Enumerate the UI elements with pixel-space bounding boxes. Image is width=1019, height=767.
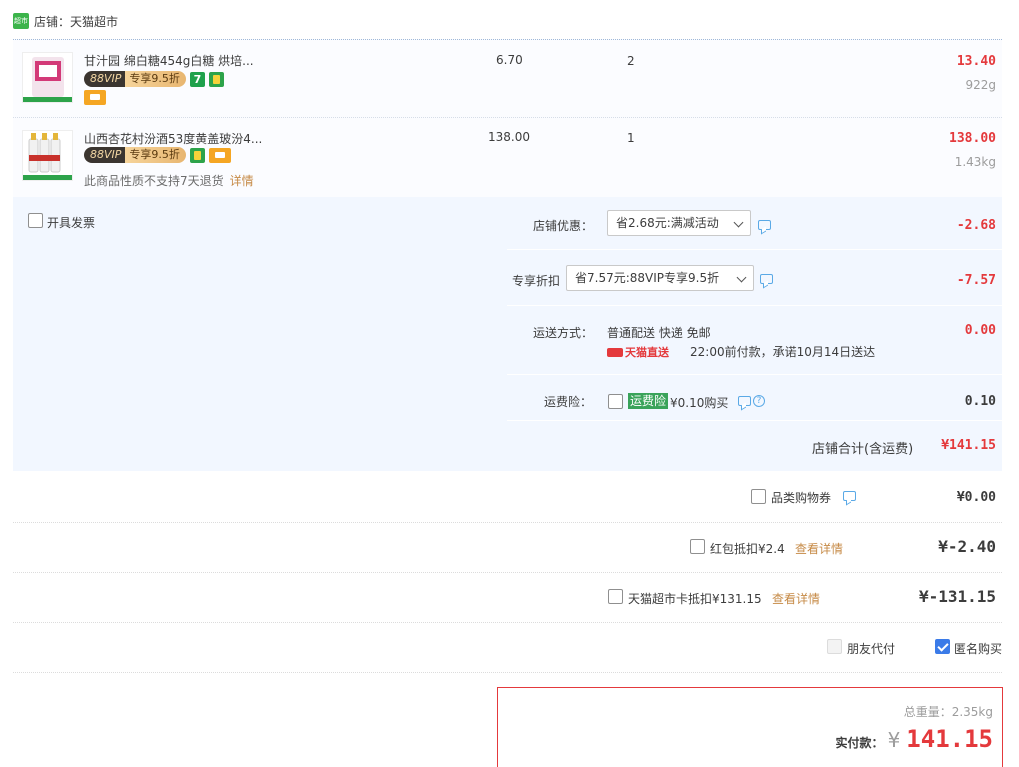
vip-discount-badge: 88VIP 专享9.5折 — [84, 71, 186, 87]
unit-price: 6.70 — [496, 53, 523, 67]
shop-header: 超市 店铺：天猫超市 — [13, 11, 118, 31]
tmall-card-amount: ¥-131.15 — [918, 587, 996, 606]
chevron-down-icon — [733, 217, 744, 228]
shop-discount-label: 店铺优惠： — [533, 219, 594, 233]
product-title[interactable]: 山西杏花村汾酒53度黄盖玻汾4... — [84, 130, 262, 147]
total-weight: 总重量：2.35kg — [903, 705, 993, 719]
seven-day-return-icon: 7 — [189, 71, 205, 87]
red-packet-row: 红包抵扣¥2.4 查看详情 ¥-2.40 — [13, 523, 1002, 573]
shop-discount-select[interactable]: 省2.68元:满减活动 — [607, 210, 751, 236]
delivery-promise: 22:00前付款，承诺10月14日送达 — [690, 345, 876, 359]
vip-discount-row: 专享折扣 省7.57元:88VIP专享9.5折 -7.57 — [507, 250, 1002, 306]
insurance-tag: 运费险 — [628, 393, 669, 409]
shipping-insurance-row: 运费险： 运费险 ¥0.10购买 ? 0.10 — [507, 375, 1002, 421]
order-item: 山西杏花村汾酒53度黄盖玻汾4... 88VIP 专享9.5折 此商品性质不支持… — [13, 117, 1002, 194]
shop-total-label: 店铺合计(含运费) — [812, 442, 914, 457]
invoice-label: 开具发票 — [47, 216, 96, 230]
shipping-amount: 0.00 — [964, 323, 996, 338]
red-packet-details-link[interactable]: 查看详情 — [795, 540, 843, 557]
service-guarantee-icon — [208, 71, 224, 87]
comment-icon[interactable] — [760, 274, 773, 284]
product-badges-row2 — [84, 90, 106, 105]
product-title[interactable]: 甘汁园 绵白糖454g白糖 烘培... — [84, 52, 254, 69]
insurance-checkbox[interactable] — [608, 394, 623, 409]
pay-amount: 141.15 — [906, 725, 993, 753]
anonymous-checkbox[interactable] — [935, 639, 950, 654]
shipping-method: 普通配送 快递 免邮 — [607, 326, 711, 340]
product-badges: 88VIP 专享9.5折 — [84, 147, 231, 163]
tmall-cat-icon — [607, 347, 623, 357]
shipping-label: 运送方式： — [533, 326, 594, 340]
pay-label: 实付款： — [835, 736, 884, 750]
shop-discount-amount: -2.68 — [956, 218, 996, 233]
invoice-checkbox[interactable] — [28, 213, 43, 228]
quantity: 1 — [627, 131, 635, 145]
vip-discount-amount: -7.57 — [956, 273, 996, 288]
help-icon[interactable]: ? — [753, 395, 765, 407]
anonymous-label: 匿名购买 — [954, 642, 1003, 656]
coupon-row: 品类购物券 ¥0.00 — [13, 473, 1002, 523]
item-weight: 922g — [965, 78, 996, 92]
shop-total-row: 店铺合计(含运费) ¥141.15 — [13, 421, 1002, 471]
insurance-amount: 0.10 — [964, 394, 996, 409]
friend-pay-label: 朋友代付 — [847, 642, 896, 656]
shop-discount-row: 店铺优惠： 省2.68元:满减活动 -2.68 — [507, 197, 1002, 250]
chevron-down-icon — [736, 272, 747, 283]
quantity: 2 — [627, 54, 635, 68]
shop-total-amount: ¥141.15 — [941, 438, 996, 453]
coupon-checkbox[interactable] — [751, 489, 766, 504]
coupon-label: 品类购物券 — [771, 491, 832, 505]
item-subtotal: 13.40 — [956, 54, 996, 69]
friend-pay-checkbox[interactable] — [827, 639, 842, 654]
card-payment-icon — [208, 147, 231, 163]
vip-discount-select[interactable]: 省7.57元:88VIP专享9.5折 — [566, 265, 754, 291]
card-payment-icon — [84, 90, 106, 105]
tmall-direct-logo: 天猫直送 — [607, 344, 669, 360]
order-items: 甘汁园 绵白糖454g白糖 烘培... 88VIP 专享9.5折 7 6.70 … — [13, 39, 1002, 197]
red-packet-checkbox[interactable] — [690, 539, 705, 554]
pay-options-row: 朋友代付 匿名购买 — [13, 623, 1002, 673]
vip-discount-label: 专享折扣 — [512, 274, 561, 288]
comment-icon[interactable] — [843, 491, 856, 501]
insurance-label: 运费险： — [544, 395, 593, 409]
item-subtotal: 138.00 — [949, 131, 996, 146]
comment-icon[interactable] — [758, 220, 771, 230]
sugar-bag-image — [23, 57, 72, 102]
details-link[interactable]: 详情 — [230, 174, 254, 188]
red-packet-amount: ¥-2.40 — [938, 537, 996, 556]
payment-amount-line: 实付款： ¥ 141.15 — [836, 725, 993, 753]
currency-symbol: ¥ — [887, 728, 901, 752]
return-policy-note: 此商品性质不支持7天退货 详情 — [84, 174, 254, 188]
comment-icon[interactable] — [738, 396, 751, 406]
tmall-card-row: 天猫超市卡抵扣¥131.15 查看详情 ¥-131.15 — [13, 573, 1002, 623]
unit-price: 138.00 — [488, 130, 530, 144]
service-guarantee-icon — [189, 147, 205, 163]
liquor-bottles-image — [23, 133, 72, 180]
tmall-supermarket-logo: 超市 — [13, 13, 29, 29]
red-packet-label: 红包抵扣¥2.4 — [710, 542, 785, 556]
invoice-section: 开具发票 — [13, 197, 507, 421]
payment-summary: 总重量：2.35kg 实付款： ¥ 141.15 — [497, 687, 1003, 767]
tmall-card-details-link[interactable]: 查看详情 — [772, 590, 820, 607]
order-item: 甘汁园 绵白糖454g白糖 烘培... 88VIP 专享9.5折 7 6.70 … — [13, 40, 1002, 117]
vip-discount-badge: 88VIP 专享9.5折 — [84, 147, 186, 163]
item-weight: 1.43kg — [954, 155, 996, 169]
product-image[interactable] — [22, 52, 73, 103]
discount-section: 店铺优惠： 省2.68元:满减活动 -2.68 专享折扣 省7.57元:88VI… — [507, 197, 1002, 421]
order-options-panel: 开具发票 店铺优惠： 省2.68元:满减活动 -2.68 专享折扣 省7.57元… — [13, 197, 1002, 471]
product-badges: 88VIP 专享9.5折 7 — [84, 71, 224, 87]
tmall-card-label: 天猫超市卡抵扣¥131.15 — [628, 592, 762, 606]
coupon-amount: ¥0.00 — [956, 490, 996, 505]
tmall-card-checkbox[interactable] — [608, 589, 623, 604]
shipping-row: 运送方式： 普通配送 快递 免邮 天猫直送 22:00前付款，承诺10月14日送… — [507, 306, 1002, 375]
insurance-price: ¥0.10购买 — [670, 396, 729, 410]
product-image[interactable] — [22, 130, 73, 181]
shop-name[interactable]: 店铺：天猫超市 — [34, 13, 118, 30]
